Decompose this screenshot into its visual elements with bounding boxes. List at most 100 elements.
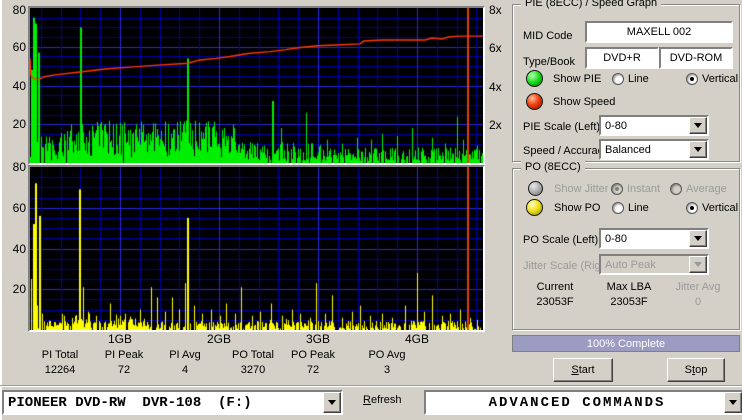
scan-progress-text: 100% Complete xyxy=(586,337,666,350)
speed-accuracy-dropdown-button[interactable] xyxy=(689,141,707,158)
max-lba-label: Max LBA xyxy=(606,281,652,293)
show-speed-label: Show Speed xyxy=(553,96,616,108)
show-jitter-label: Show Jitter xyxy=(554,183,609,195)
max-lba-value: 23053F xyxy=(610,296,648,308)
pie-vertical-radio-label[interactable]: Vertical xyxy=(702,73,738,86)
drive-select-value: PIONEER DVD-RW DVR-108 (F:) xyxy=(8,394,252,411)
pie-line-radio[interactable] xyxy=(612,73,624,85)
po-vertical-radio[interactable] xyxy=(686,202,698,214)
speed-y-tick-2x: 2x xyxy=(489,118,502,132)
pie-line-radio-label[interactable]: Line xyxy=(628,73,649,86)
stat-label: PO Total xyxy=(232,349,274,361)
disc-type-field: DVD+R xyxy=(585,47,659,69)
pie-y-tick-40: 40 xyxy=(12,79,26,93)
mid-code-label: MID Code xyxy=(523,30,573,42)
speed-y-tick-8x: 8x xyxy=(489,3,502,17)
pie-vertical-radio[interactable] xyxy=(686,73,698,85)
stat-po-avg: PO Avg 3 xyxy=(355,349,419,376)
type-book-label: Type/Book xyxy=(523,56,575,68)
show-speed-led-icon[interactable] xyxy=(526,93,543,110)
po-vertical-radio-label[interactable]: Vertical xyxy=(702,202,738,215)
pie-speed-graph xyxy=(28,6,485,165)
bottom-separator-highlight xyxy=(0,386,742,387)
po-settings-group: PO (8ECC) Show Jitter Instant Average Sh… xyxy=(512,161,740,330)
chevron-down-icon xyxy=(328,400,336,405)
mid-code-value: MAXELL 002 xyxy=(626,26,692,38)
pie-scale-dropdown-button[interactable] xyxy=(689,117,707,134)
pie-y-tick-60: 60 xyxy=(12,40,26,54)
pie-settings-group: PIE (8ECC) / Speed Graph MID Code MAXELL… xyxy=(512,0,740,162)
chevron-down-icon xyxy=(694,123,702,128)
chevron-down-icon xyxy=(694,236,702,241)
stop-button[interactable]: St op xyxy=(667,358,725,382)
speed-accuracy-value: Balanced xyxy=(605,143,651,156)
pie-y-tick-20: 20 xyxy=(12,117,26,131)
stat-label: PI Peak xyxy=(104,349,144,361)
x-tick-2gb: 2GB xyxy=(206,332,231,346)
show-po-label: Show PO xyxy=(554,202,601,214)
current-label: Current xyxy=(536,281,574,293)
jitter-avg-value: 0 xyxy=(694,296,702,308)
jitter-scale-dropdown-button xyxy=(689,256,707,273)
po-graph-canvas xyxy=(30,167,483,330)
jitter-scale-select: Auto Peak xyxy=(599,254,709,275)
jitter-average-radio xyxy=(670,183,682,195)
drive-select[interactable]: PIONEER DVD-RW DVR-108 (F:) xyxy=(2,390,343,415)
pie-group-title: PIE (8ECC) / Speed Graph xyxy=(521,0,662,9)
po-graph xyxy=(28,165,485,332)
drive-select-dropdown-button[interactable] xyxy=(323,392,341,413)
jitter-avg-label: Jitter Avg xyxy=(675,281,721,293)
pie-y-tick-80: 80 xyxy=(12,3,26,17)
po-line-radio-label[interactable]: Line xyxy=(628,202,649,215)
show-pie-led-icon[interactable] xyxy=(526,70,543,87)
x-tick-1gb: 1GB xyxy=(107,332,132,346)
mid-code-field: MAXELL 002 xyxy=(585,21,733,43)
stat-label: PI Avg xyxy=(169,349,201,361)
scan-progress-bar: 100% Complete xyxy=(512,335,740,352)
po-scale-select[interactable]: 0-80 xyxy=(599,228,709,249)
po-line-radio[interactable] xyxy=(612,202,624,214)
po-y-tick-80: 80 xyxy=(12,160,26,174)
x-tick-3gb: 3GB xyxy=(305,332,330,346)
jitter-avg: Jitter Avg 0 xyxy=(665,281,731,308)
speed-y-tick-4x: 4x xyxy=(489,80,502,94)
advanced-commands-value: ADVANCED COMMANDS xyxy=(488,394,666,411)
pie-scale-label: PIE Scale (Left) xyxy=(523,121,601,133)
jitter-instant-radio-label: Instant xyxy=(627,183,661,195)
po-group-title: PO (8ECC) xyxy=(521,161,585,173)
stat-value: 72 xyxy=(117,364,131,376)
stat-pi-total: PI Total 12264 xyxy=(28,349,92,376)
speed-accuracy-select[interactable]: Balanced xyxy=(599,139,709,160)
stat-label: PI Total xyxy=(41,349,79,361)
stat-pi-peak: PI Peak 72 xyxy=(92,349,156,376)
disc-type-value: DVD+R xyxy=(603,52,641,64)
current-lba: Current 23053F xyxy=(521,281,589,308)
speed-y-tick-6x: 6x xyxy=(489,41,502,55)
current-value: 23053F xyxy=(536,296,574,308)
po-y-tick-20: 20 xyxy=(12,282,26,296)
po-scale-label: PO Scale (Left) xyxy=(523,234,599,246)
po-y-tick-60: 60 xyxy=(12,201,26,215)
x-tick-4gb: 4GB xyxy=(404,332,429,346)
app-window: 80 60 40 20 8x 6x 4x 2x 80 60 40 20 1GB … xyxy=(0,0,742,420)
po-scale-value: 0-80 xyxy=(605,232,628,245)
refresh-button[interactable]: Refresh xyxy=(363,394,402,407)
stat-label: PO Avg xyxy=(368,349,406,361)
chevron-down-icon xyxy=(729,400,737,405)
advanced-commands-select[interactable]: ADVANCED COMMANDS xyxy=(424,390,742,415)
show-po-led-icon[interactable] xyxy=(526,199,543,216)
po-scale-dropdown-button[interactable] xyxy=(689,230,707,247)
stat-label: PO Peak xyxy=(290,349,336,361)
book-type-field: DVD-ROM xyxy=(659,47,733,69)
stat-value: 72 xyxy=(306,364,320,376)
max-lba: Max LBA 23053F xyxy=(595,281,663,308)
stat-po-total: PO Total 3270 xyxy=(221,349,285,376)
show-jitter-led-icon xyxy=(528,181,543,196)
pie-scale-value: 0-80 xyxy=(605,119,628,132)
pie-scale-select[interactable]: 0-80 xyxy=(599,115,709,136)
stat-value: 12264 xyxy=(44,364,76,376)
start-button[interactable]: Start xyxy=(553,358,613,382)
stat-pi-avg: PI Avg 4 xyxy=(153,349,217,376)
advanced-commands-dropdown-button[interactable] xyxy=(724,392,742,413)
jitter-scale-value: Auto Peak xyxy=(605,258,656,271)
